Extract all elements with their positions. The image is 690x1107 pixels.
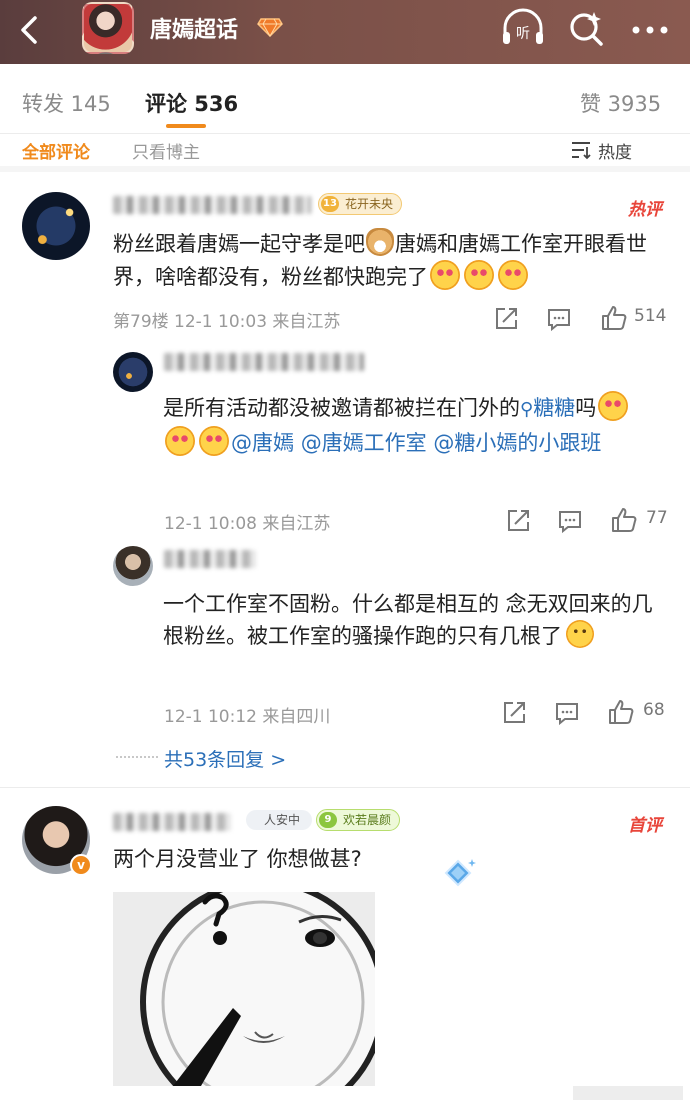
heart-eyes-emoji-icon: [498, 260, 528, 290]
share-button[interactable]: [501, 700, 529, 728]
sort-icon: [572, 142, 591, 160]
divider: [0, 787, 690, 788]
fan-level-badge[interactable]: 13 花开未央: [318, 193, 403, 215]
more-dots-icon[interactable]: [628, 8, 672, 48]
comment-button[interactable]: [546, 306, 574, 334]
comment-text: 两个月没营业了 你想做甚?: [113, 847, 362, 871]
comment-icon: [556, 703, 578, 726]
comment-icon: [548, 309, 570, 332]
share-icon: [508, 510, 529, 531]
sort-label: 热度: [598, 143, 632, 163]
reply-guide-line: [116, 756, 158, 758]
divider: [0, 133, 690, 134]
diamond-icon: [257, 18, 283, 37]
dog-emoji-icon: [366, 228, 394, 256]
mention-link[interactable]: @唐嫣工作室: [301, 431, 427, 455]
search-link-text: 糖糖: [533, 396, 576, 420]
comment-text-part: 粉丝跟着唐嫣一起守孝是吧: [113, 232, 365, 256]
reply-meta: 12-1 10:08 来自江苏: [164, 514, 331, 534]
comment-meta: 第79楼 12-1 10:03 来自江苏: [113, 312, 341, 332]
top-bar: 唐嫣超话 听: [0, 0, 690, 64]
heart-eyes-emoji-icon: [199, 426, 229, 456]
diamond-sparkle-icon: [444, 859, 476, 887]
watermark-graphic: [573, 1086, 683, 1100]
reply-text-part: 吗: [575, 396, 597, 420]
active-tab-indicator: [166, 124, 206, 128]
topic-avatar[interactable]: [82, 2, 134, 54]
like-count: 514: [634, 306, 667, 326]
share-icon: [496, 308, 517, 329]
avatar[interactable]: [113, 352, 153, 392]
comment-button[interactable]: [554, 700, 582, 728]
like-count: 68: [643, 700, 665, 720]
search-icon: ⚲: [520, 399, 534, 420]
wealth-badge-label: 人安中: [264, 813, 301, 827]
share-button[interactable]: [493, 306, 521, 334]
fan-level-number: 9: [319, 812, 337, 828]
tab-comments[interactable]: 评论 536: [145, 88, 238, 118]
filter-owner-only[interactable]: 只看博主: [132, 138, 200, 163]
tab-repost[interactable]: 转发 145: [22, 88, 111, 118]
heart-eyes-emoji-icon: [598, 391, 629, 421]
thumbs-up-icon: [602, 306, 627, 330]
thumbs-up-icon: [612, 508, 637, 532]
like-button[interactable]: 77: [610, 506, 672, 534]
verified-v-icon: v: [70, 854, 92, 876]
section-separator: [0, 166, 690, 172]
first-comment-tag: 首评: [628, 816, 662, 836]
reply-text: 一个工作室不固粉。什么都是相互的 念无双回来的几根粉丝。被工作室的骚操作跑的只有…: [163, 588, 663, 652]
tab-likes[interactable]: 赞 3935: [580, 88, 661, 118]
reply-text: 是所有活动都没被邀请都被拦在门外的⚲糖糖吗 @唐嫣 @唐嫣工作室 @糖小嫣的小跟班: [163, 391, 663, 459]
more-replies-link[interactable]: 共53条回复 >: [164, 745, 286, 772]
meme-image[interactable]: [113, 892, 375, 1086]
redacted-username[interactable]: [113, 813, 231, 831]
thumbs-up-icon: [609, 700, 634, 724]
avatar[interactable]: [113, 546, 153, 586]
share-button[interactable]: [505, 508, 533, 536]
heart-eyes-emoji-icon: [165, 426, 195, 456]
fan-level-badge[interactable]: 9 欢若晨颜: [316, 809, 401, 831]
reply-meta: 12-1 10:12 来自四川: [164, 707, 331, 727]
search-sparkle-icon[interactable]: [566, 8, 606, 48]
wealth-badge[interactable]: 人安中: [246, 810, 312, 830]
comment-text: 粉丝跟着唐嫣一起守孝是吧 唐嫣和唐嫣工作室开眼看世界，啥啥都没有，粉丝都快跑完了: [113, 228, 673, 293]
like-button[interactable]: 514: [600, 304, 670, 332]
comment-icon: [559, 511, 581, 534]
headphones-icon: 听: [503, 8, 543, 44]
smile-emoji-icon: [566, 620, 594, 648]
like-button[interactable]: 68: [607, 698, 673, 726]
avatar[interactable]: [22, 192, 90, 260]
filter-all-comments[interactable]: 全部评论: [22, 138, 90, 163]
like-count: 77: [646, 508, 668, 528]
hot-comment-tag: 热评: [628, 200, 662, 220]
search-link[interactable]: ⚲糖糖: [520, 396, 575, 420]
listen-label: 听: [516, 26, 530, 42]
reply-text-part: 是所有活动都没被邀请都被拦在门外的: [163, 396, 520, 420]
mention-link[interactable]: @糖小嫣的小跟班: [433, 431, 601, 455]
topic-title[interactable]: 唐嫣超话: [150, 12, 238, 44]
redacted-username[interactable]: [164, 550, 256, 568]
fan-badge-label: 花开未央: [345, 197, 394, 211]
redacted-username[interactable]: [113, 196, 311, 214]
meme-face-drawing: [113, 892, 375, 1086]
listen-button[interactable]: 听: [500, 8, 546, 48]
share-icon: [504, 702, 525, 723]
fan-badge-label: 欢若晨颜: [343, 813, 392, 827]
mention-link[interactable]: @唐嫣: [231, 431, 294, 455]
redacted-username[interactable]: [164, 353, 364, 371]
heart-eyes-emoji-icon: [430, 260, 460, 290]
comment-button[interactable]: [557, 508, 585, 536]
back-arrow-icon[interactable]: [14, 14, 46, 46]
sort-button[interactable]: 热度: [572, 138, 632, 163]
fan-level-number: 13: [321, 196, 339, 212]
heart-eyes-emoji-icon: [464, 260, 494, 290]
